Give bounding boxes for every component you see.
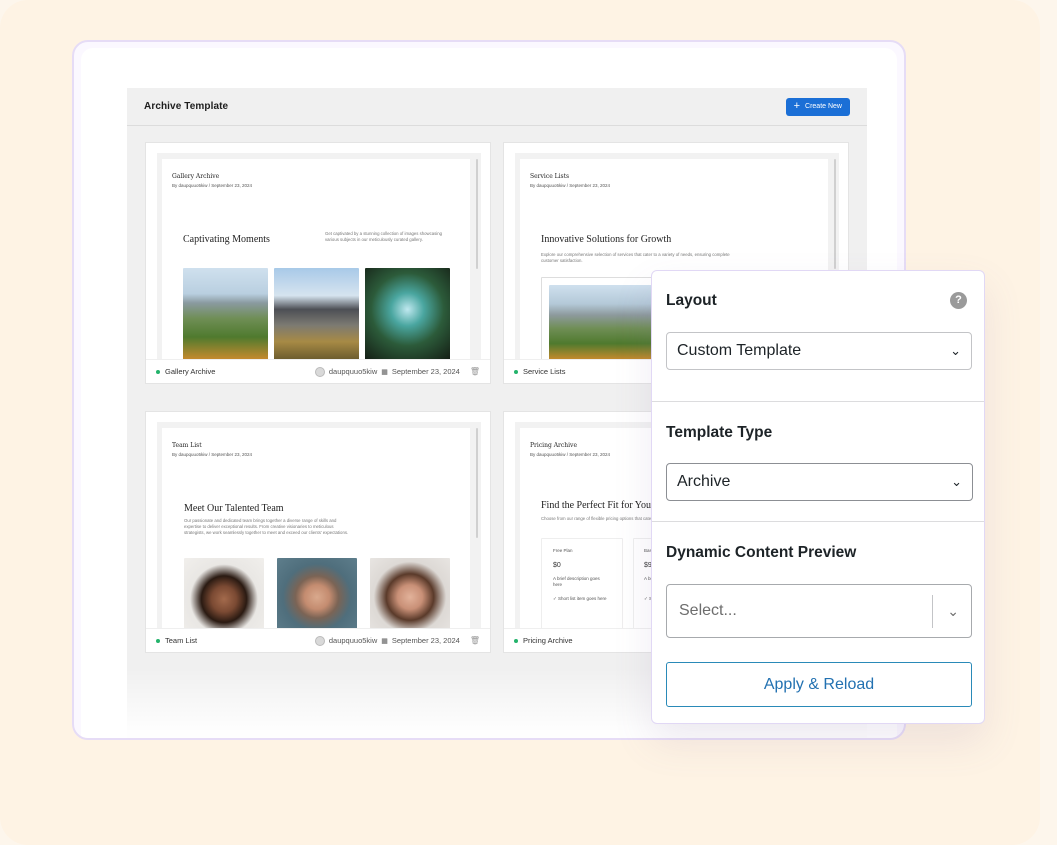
preview-scrollbar[interactable] <box>476 428 478 538</box>
chevron-down-icon: ⌄ <box>951 474 962 489</box>
trash-icon[interactable]: 🗑 <box>470 367 480 376</box>
plan-feature: ✓ Short list item goes here <box>553 596 607 601</box>
team-photo-woman <box>370 558 450 629</box>
template-type-label: Template Type <box>666 424 773 441</box>
create-new-button[interactable]: + Create New <box>785 97 850 116</box>
calendar-icon: ▦ <box>381 637 388 645</box>
status-dot <box>156 369 160 374</box>
status-dot <box>156 638 160 643</box>
layout-select[interactable]: Custom Template ⌄ <box>666 332 972 370</box>
chevron-down-icon[interactable]: ⌄ <box>947 603 959 620</box>
app-header: Archive Template + Create New <box>127 88 867 126</box>
card-footer: Gallery Archive daupquuo5kiw ▦ September… <box>146 359 490 383</box>
plan-feature-text: Short list item goes here <box>558 596 607 601</box>
select-separator <box>932 594 934 628</box>
doc-heading: Captivating Moments <box>183 234 270 245</box>
dynamic-content-placeholder: Select... <box>679 602 737 619</box>
preview-scrollbar[interactable] <box>834 159 836 269</box>
card-author: daupquuo5kiw <box>328 367 378 376</box>
doc-title: Gallery Archive <box>172 173 220 180</box>
team-photo-man <box>277 558 357 629</box>
chevron-down-icon: ⌄ <box>950 343 961 358</box>
card-name: Team List <box>165 636 198 645</box>
template-preview: Team List By daupquuo5kiw / September 23… <box>157 422 481 629</box>
doc-meta: By daupquuo5kiw / September 23, 2024 <box>172 452 253 457</box>
page-title: Archive Template <box>144 101 229 112</box>
doc-heading: Meet Our Talented Team <box>184 503 284 514</box>
user-avatar-icon <box>314 635 325 646</box>
card-meta: daupquuo5kiw ▦ September 23, 2024 🗑 <box>314 366 480 377</box>
create-new-label: Create New <box>805 103 842 110</box>
template-type-select-value: Archive <box>677 473 731 490</box>
doc-description: Our passionate and dedicated team brings… <box>184 518 349 535</box>
dynamic-content-label: Dynamic Content Preview <box>666 544 857 561</box>
preview-document: Gallery Archive By daupquuo5kiw / Septem… <box>162 159 470 360</box>
gallery-image-forest-canopy <box>365 268 450 360</box>
card-date: September 23, 2024 <box>391 367 460 376</box>
calendar-icon: ▦ <box>381 368 388 376</box>
trash-icon[interactable]: 🗑 <box>470 636 480 645</box>
divider <box>652 521 984 522</box>
doc-heading: Find the Perfect Fit for Your <box>541 500 655 511</box>
card-name: Gallery Archive <box>165 367 216 376</box>
preview-scrollbar[interactable] <box>476 159 478 269</box>
status-dot <box>514 369 518 374</box>
template-card-team[interactable]: Team List By daupquuo5kiw / September 23… <box>145 411 491 653</box>
card-meta: daupquuo5kiw ▦ September 23, 2024 🗑 <box>314 635 480 646</box>
doc-description: Get captivated by a stunning collection … <box>325 231 443 242</box>
doc-heading: Innovative Solutions for Growth <box>541 234 672 245</box>
template-preview: Gallery Archive By daupquuo5kiw / Septem… <box>157 153 481 360</box>
question-circle-icon[interactable]: ? <box>950 292 967 309</box>
gallery-image-mountain-meadow <box>183 268 268 360</box>
card-author: daupquuo5kiw <box>328 636 378 645</box>
plus-icon: + <box>793 100 801 112</box>
template-card-gallery[interactable]: Gallery Archive By daupquuo5kiw / Septem… <box>145 142 491 384</box>
card-name: Pricing Archive <box>523 636 573 645</box>
plan-price: $0 <box>553 562 561 569</box>
status-dot <box>514 638 518 643</box>
user-avatar-icon <box>314 366 325 377</box>
card-date: September 23, 2024 <box>391 636 460 645</box>
doc-meta: By daupquuo5kiw / September 23, 2024 <box>530 183 611 188</box>
card-name: Service Lists <box>523 367 566 376</box>
doc-meta: By daupquuo5kiw / September 23, 2024 <box>172 183 253 188</box>
layout-select-value: Custom Template <box>677 342 802 359</box>
preview-document: Team List By daupquuo5kiw / September 23… <box>162 428 470 629</box>
template-type-select[interactable]: Archive ⌄ <box>666 463 973 501</box>
template-settings-panel: Layout ? Custom Template ⌄ Template Type… <box>651 270 985 724</box>
doc-title: Service Lists <box>530 173 570 180</box>
plan-description: A brief description goes here <box>553 576 600 587</box>
layout-label: Layout <box>666 292 717 309</box>
dynamic-content-select[interactable]: Select... ⌄ <box>666 584 972 638</box>
apply-reload-button[interactable]: Apply & Reload <box>666 662 972 707</box>
divider <box>652 401 984 402</box>
plan-name: Free Plan <box>553 548 573 553</box>
doc-description: Explore our comprehensive selection of s… <box>541 252 730 263</box>
gallery-image-snowy-peak <box>274 268 359 360</box>
team-photo-woman-curly <box>184 558 264 629</box>
doc-title: Team List <box>172 442 202 449</box>
card-footer: Team List daupquuo5kiw ▦ September 23, 2… <box>146 628 490 652</box>
